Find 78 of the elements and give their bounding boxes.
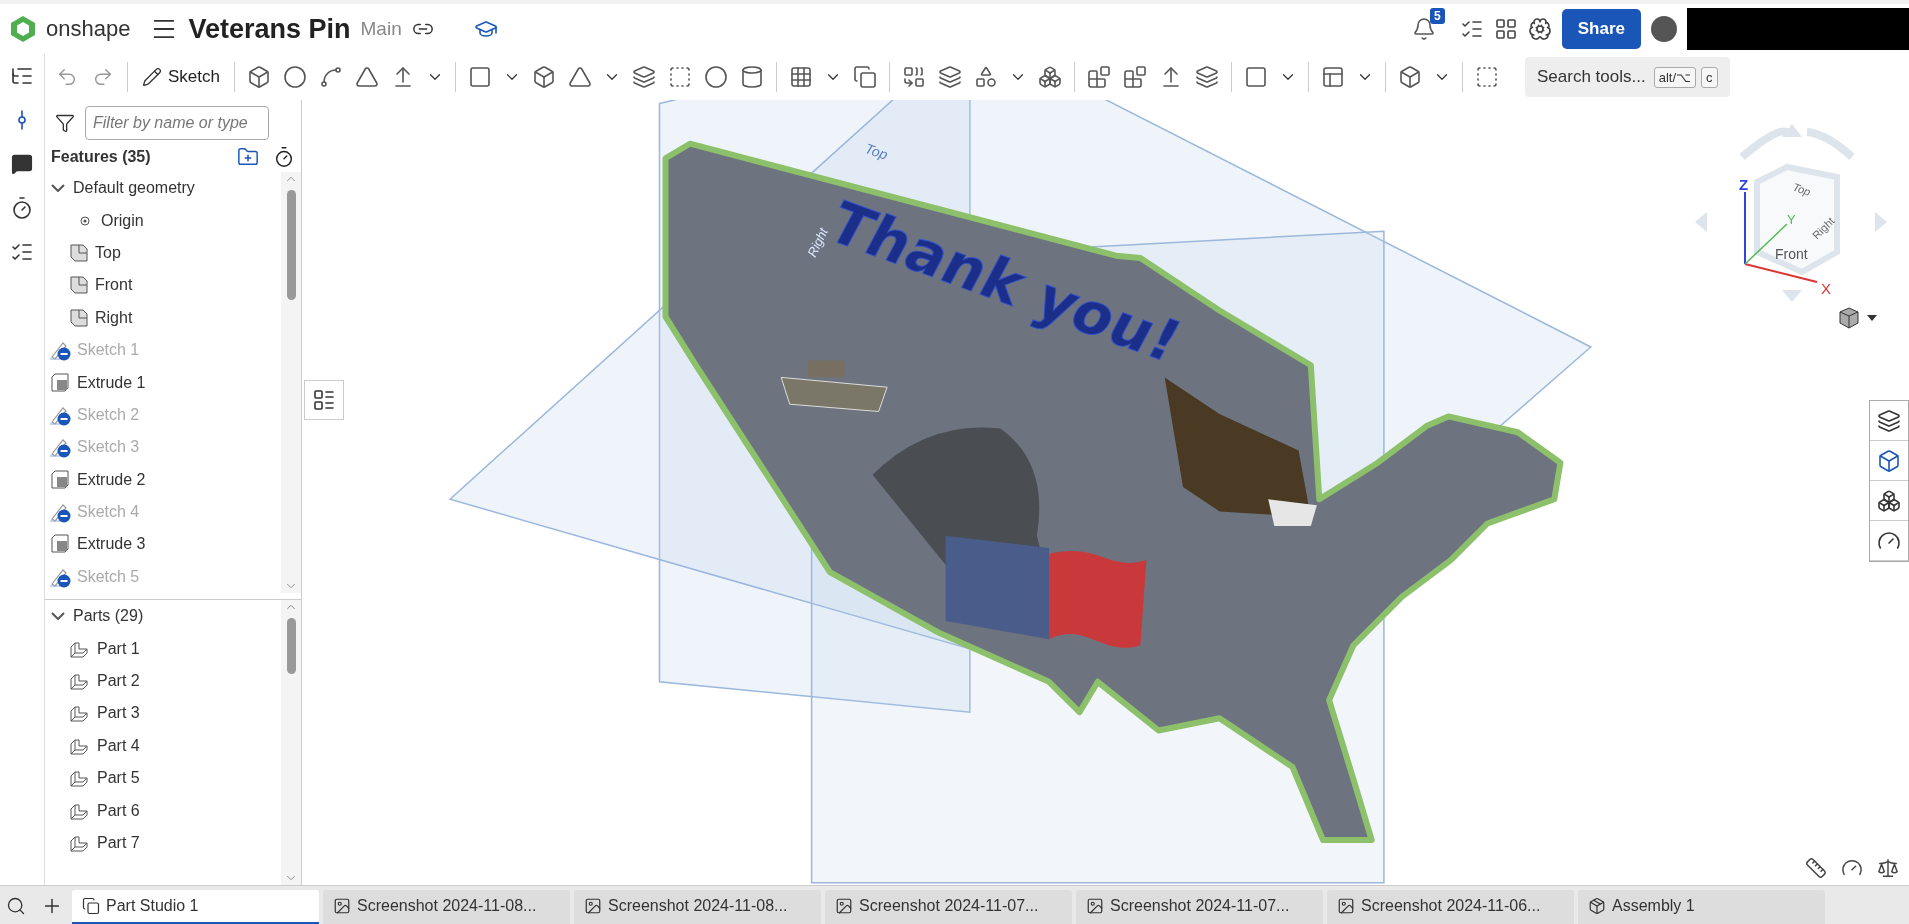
scroll-thumb[interactable] <box>286 618 296 675</box>
head-gear-icon <box>1527 17 1552 41</box>
tree-item[interactable]: Extrude 1 <box>45 366 281 399</box>
document-tab[interactable]: Screenshot 2024-11-07... <box>1076 890 1323 924</box>
part-icon <box>69 833 91 853</box>
document-title: Veterans Pin <box>188 13 351 45</box>
image-icon <box>1086 897 1104 915</box>
logo-icon <box>10 15 36 43</box>
document-tab[interactable]: Screenshot 2024-11-06... <box>1327 890 1574 924</box>
tree-item[interactable]: Front <box>45 269 281 302</box>
tree-item[interactable]: Extrude 3 <box>45 528 281 561</box>
cylinder-icon <box>740 65 764 89</box>
shortcut-key: c <box>1701 66 1718 88</box>
undo-icon <box>56 66 78 88</box>
document-tab[interactable]: Screenshot 2024-11-07... <box>825 890 1072 924</box>
tree-item[interactable]: Top <box>45 236 281 270</box>
caret-icon[interactable] <box>1867 315 1877 321</box>
image-icon <box>584 897 602 915</box>
image-icon <box>333 897 351 915</box>
logo-text: onshape <box>46 16 131 42</box>
scroll-thumb[interactable] <box>286 190 296 300</box>
tree-item[interactable]: Parts (29) <box>45 600 281 633</box>
stopwatch-icon <box>10 196 34 220</box>
comment-icon <box>11 153 33 175</box>
tree-item[interactable]: Extrude 2 <box>45 463 281 496</box>
ruler-icon <box>1805 857 1827 879</box>
tree-item[interactable]: Part 1 <box>45 632 281 665</box>
features-heading: Features (35) <box>51 148 152 166</box>
part-studio-icon <box>82 897 100 915</box>
search-icon <box>6 896 26 916</box>
measure-button[interactable] <box>1805 857 1827 879</box>
stopwatch-icon <box>273 146 295 168</box>
shortcut-key: alt/⌥ <box>1653 66 1696 88</box>
part-icon <box>69 768 91 789</box>
tree-item[interactable]: Origin <box>45 204 281 237</box>
plane-label: Right <box>804 225 831 260</box>
expanded-caret-icon <box>51 612 65 621</box>
plane-icon <box>69 307 89 328</box>
plane-icon <box>69 242 89 263</box>
plane-label: Top <box>862 139 890 163</box>
document-tab[interactable]: Screenshot 2024-11-08... <box>323 890 570 924</box>
mass-properties-button[interactable] <box>1877 857 1899 879</box>
tree-item[interactable]: Right <box>45 301 281 334</box>
plane-icon <box>69 275 89 296</box>
document-tab[interactable]: Part Studio 1 <box>72 890 319 924</box>
expanded-caret-icon <box>51 184 65 193</box>
notification-icon <box>1411 17 1436 41</box>
notification-badge: 5 <box>1430 8 1445 24</box>
branch-name: Main <box>360 18 402 40</box>
tree-item[interactable]: Part 5 <box>45 762 281 795</box>
document-tab[interactable]: Assembly 1 <box>1578 890 1825 924</box>
redo-icon <box>92 66 114 88</box>
scale-icon <box>1877 857 1899 879</box>
tree-item[interactable]: Default geometry <box>45 172 281 205</box>
apps-icon <box>1493 17 1518 41</box>
part-icon <box>69 671 91 692</box>
shaded-cube-icon[interactable] <box>1837 306 1861 330</box>
document-tab[interactable]: Screenshot 2024-11-08... <box>574 890 821 924</box>
panel-toggle-button[interactable] <box>304 380 344 420</box>
part-icon <box>69 703 91 724</box>
assembly-icon <box>1588 897 1606 915</box>
share-button[interactable]: Share <box>1561 9 1641 49</box>
tree-item[interactable]: Part 3 <box>45 697 281 730</box>
avatar[interactable] <box>1651 16 1677 42</box>
folder-plus-icon <box>237 146 259 168</box>
pencil-icon <box>142 67 162 87</box>
tree-item[interactable]: Part 4 <box>45 729 281 763</box>
tree-item[interactable]: Part 6 <box>45 794 281 827</box>
filter-field[interactable]: Filter by name or type <box>85 106 269 140</box>
image-icon <box>1337 897 1355 915</box>
tree-item[interactable]: Part 2 <box>45 664 281 698</box>
sketch-button[interactable]: Sketch <box>136 60 226 94</box>
search-tools-field[interactable]: Search tools... alt/⌥ c <box>1525 57 1730 97</box>
search-tools-placeholder: Search tools... <box>1537 67 1646 87</box>
filter-icon <box>55 113 75 133</box>
image-icon <box>835 897 853 915</box>
list-icon <box>312 388 336 412</box>
tree-item[interactable]: Part 7 <box>45 826 281 860</box>
